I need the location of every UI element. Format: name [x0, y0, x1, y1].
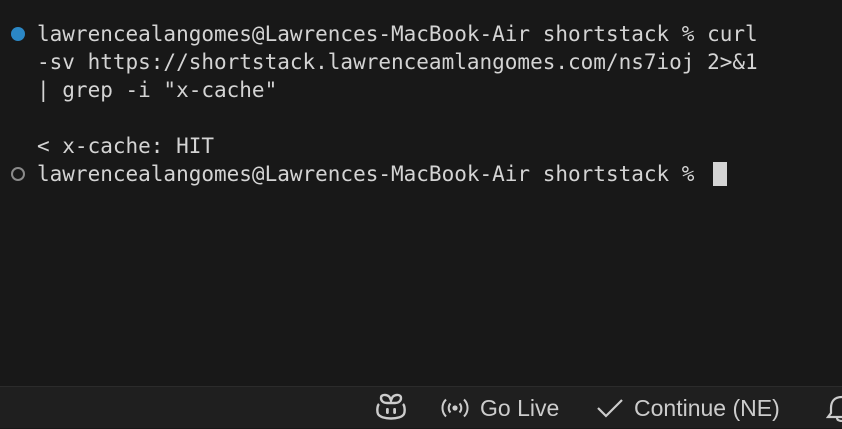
- current-prompt-line[interactable]: lawrencealangomes@Lawrences-MacBook-Air …: [37, 160, 728, 188]
- broadcast-icon: [440, 397, 470, 419]
- command-output-line: < x-cache: HIT: [37, 134, 215, 158]
- copilot-button[interactable]: [374, 387, 408, 429]
- notifications-button[interactable]: [826, 387, 842, 429]
- command-idle-marker[interactable]: [11, 167, 25, 181]
- copilot-icon: [374, 393, 408, 423]
- command-line-2: -sv https://shortstack.lawrenceamlangome…: [37, 50, 758, 74]
- go-live-label: Go Live: [480, 394, 560, 421]
- bell-icon: [826, 394, 842, 422]
- check-icon: [596, 397, 624, 419]
- command-line-1: lawrencealangomes@Lawrences-MacBook-Air …: [37, 22, 758, 46]
- command-line-3: | grep -i "x-cache": [37, 78, 278, 102]
- status-bar: Go Live Continue (NE): [0, 386, 842, 428]
- go-live-button[interactable]: Go Live: [440, 387, 559, 429]
- continue-button[interactable]: Continue (NE): [596, 387, 780, 429]
- continue-label: Continue (NE): [634, 394, 780, 421]
- terminal-cursor: [713, 162, 728, 186]
- terminal-panel[interactable]: lawrencealangomes@Lawrences-MacBook-Air …: [0, 0, 842, 386]
- command-success-marker[interactable]: [11, 27, 25, 41]
- current-prompt: lawrencealangomes@Lawrences-MacBook-Air …: [37, 162, 708, 186]
